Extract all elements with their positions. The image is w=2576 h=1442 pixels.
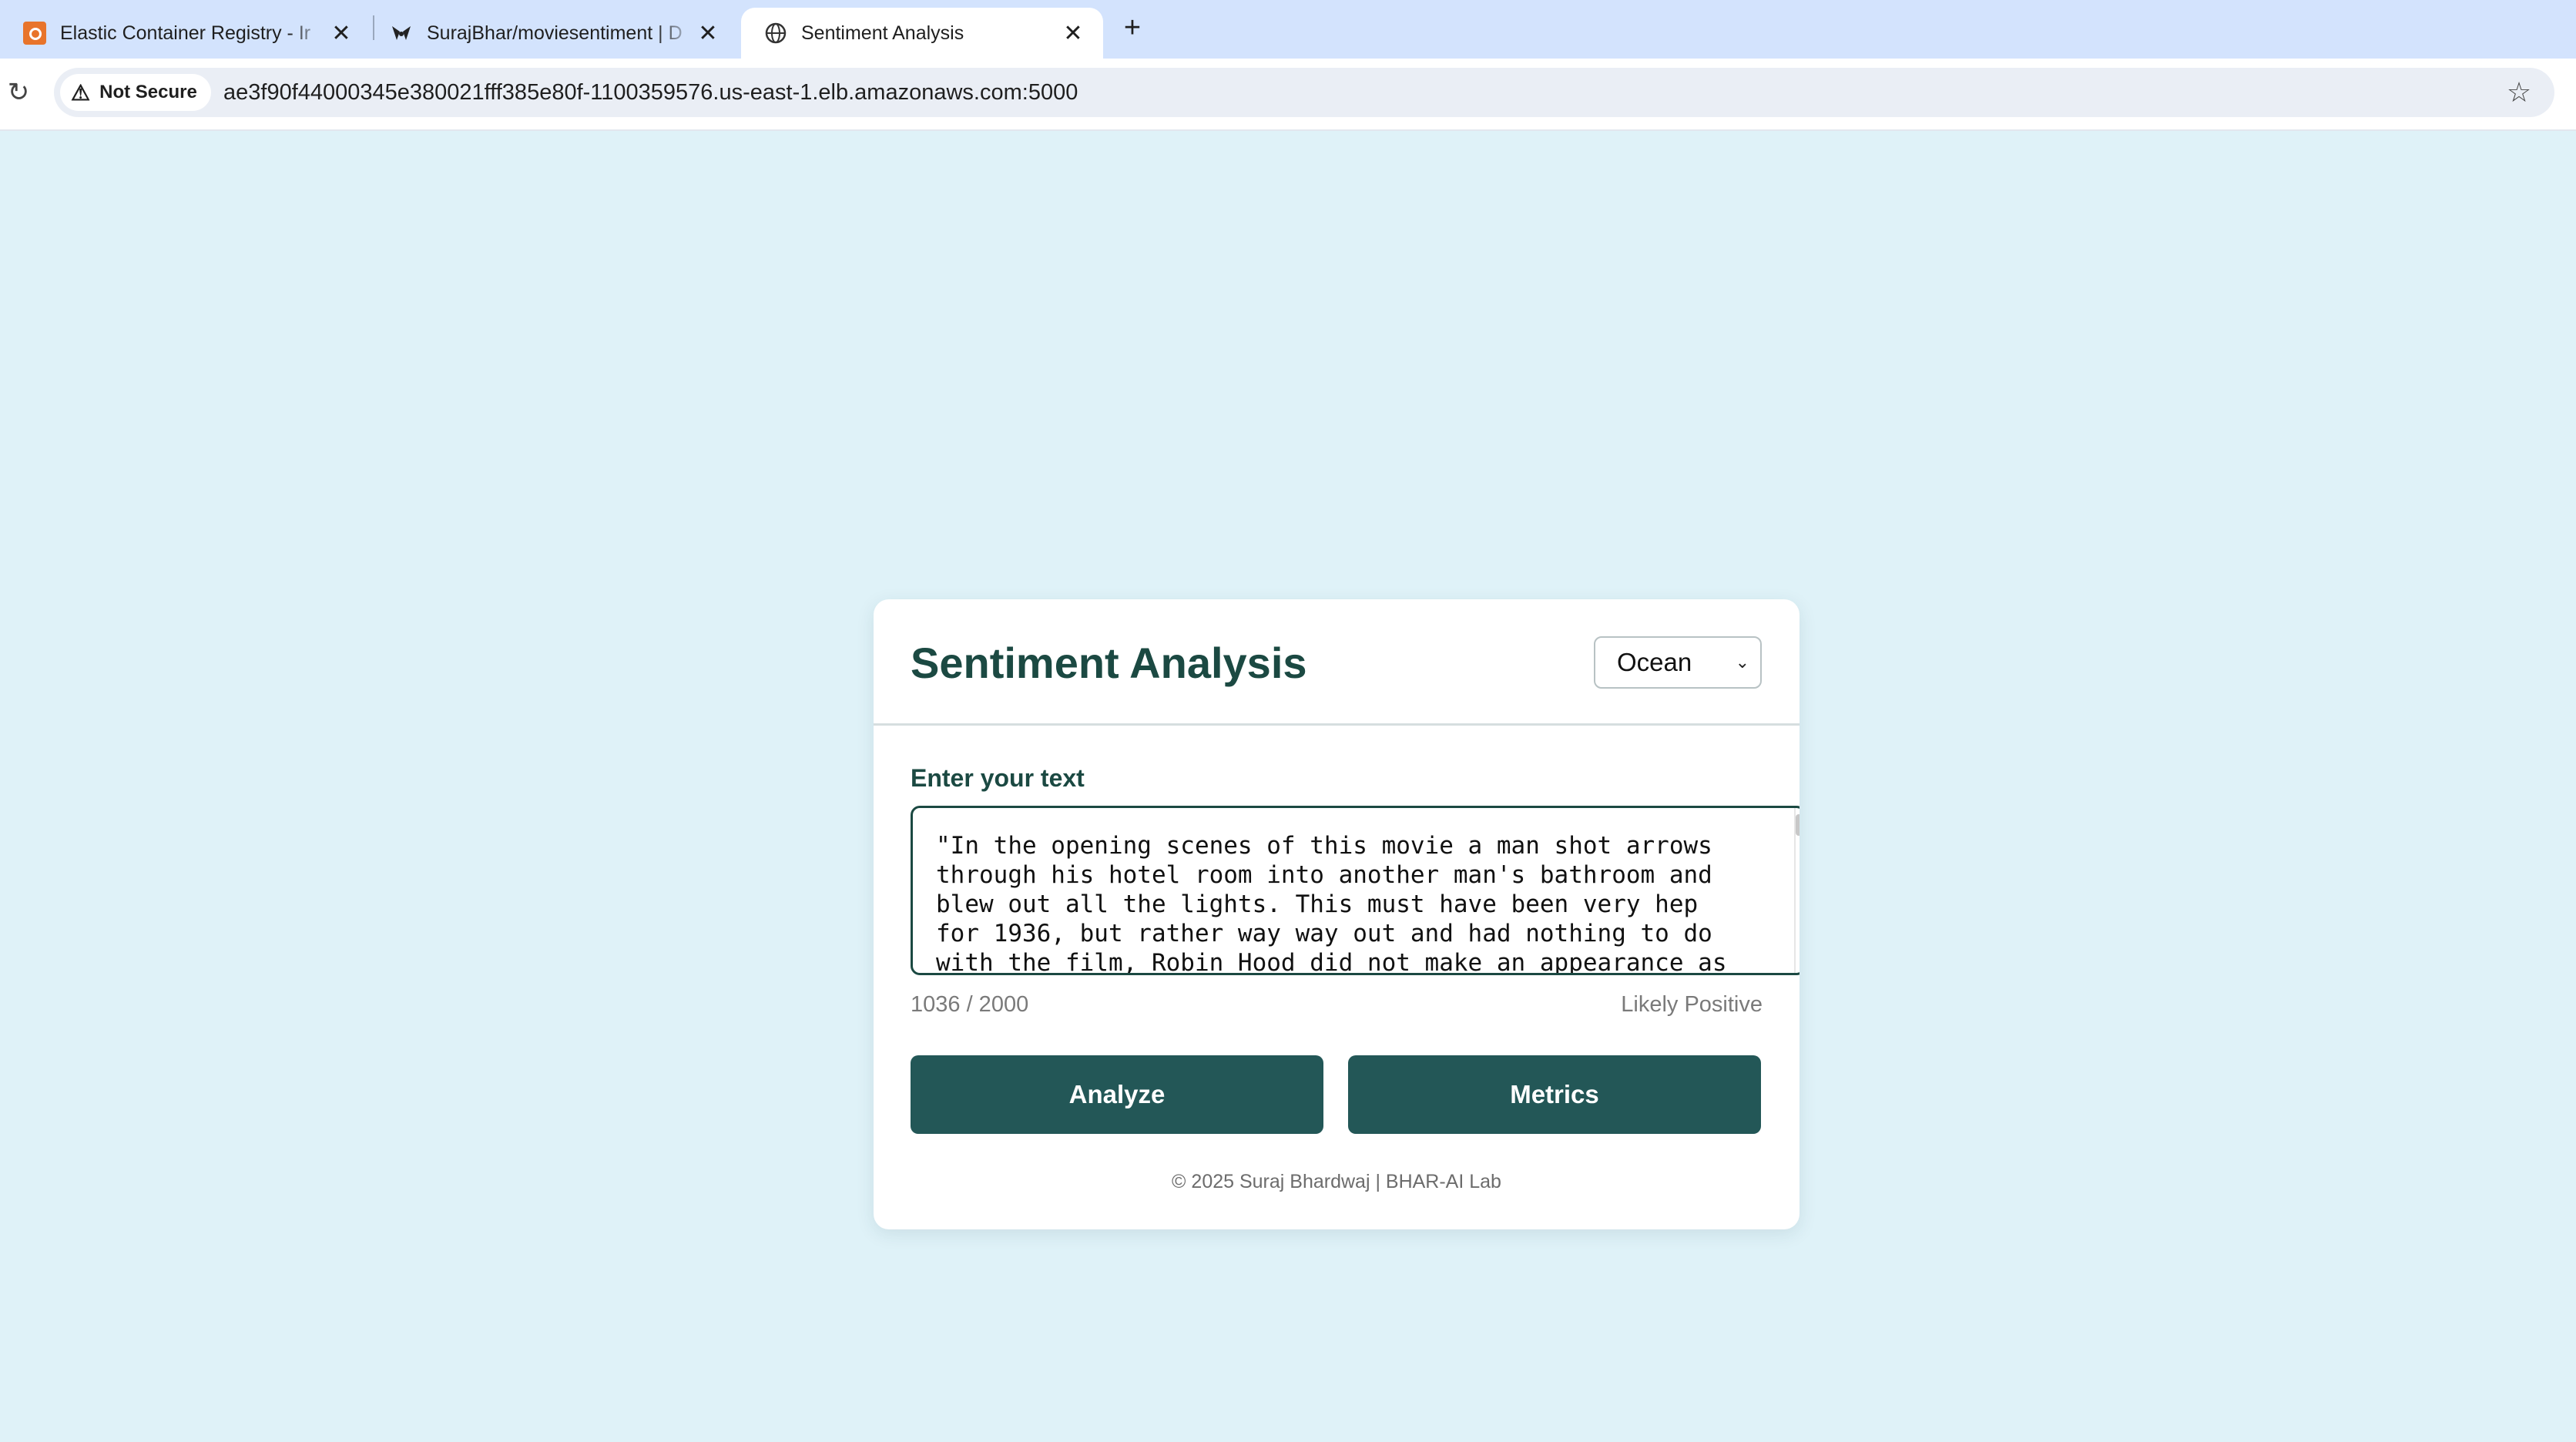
close-icon[interactable]: ✕ [1060,20,1086,47]
input-label: Enter your text [911,764,1085,792]
url-text[interactable]: ae3f90f44000345e380021fff385e80f-1100359… [223,68,1078,117]
security-label: Not Secure [99,82,197,102]
text-input[interactable]: "In the opening scenes of this movie a m… [911,806,1800,975]
text-input-value: "In the opening scenes of this movie a m… [936,832,1727,975]
live-prediction: Likely Positive [1621,992,1763,1017]
tab-title: SurajBhar/moviesentiment | D [427,22,683,44]
new-tab-icon[interactable]: + [1115,11,1149,45]
close-icon[interactable]: ✕ [695,20,721,47]
scrollbar[interactable] [1794,808,1800,973]
warning-icon: ⚠ [71,80,91,105]
card-header: Sentiment Analysis Ocean ⌄ [874,599,1800,726]
bookmark-star-icon[interactable]: ☆ [2502,75,2536,109]
sentiment-card: Sentiment Analysis Ocean ⌄ Enter your te… [874,599,1800,1229]
tab-dagshub[interactable]: SurajBhar/moviesentiment | D ✕ [367,8,738,59]
char-count: 1036 / 2000 [911,992,1029,1017]
tab-title: Elastic Container Registry - Ir [60,22,311,44]
security-chip[interactable]: ⚠ Not Secure [60,74,211,111]
tab-ecr[interactable]: Elastic Container Registry - Ir ✕ [0,8,371,59]
tab-sentiment-analysis[interactable]: Sentiment Analysis ✕ [741,8,1103,59]
theme-select[interactable]: Ocean ⌄ [1594,636,1762,689]
scrollbar-thumb[interactable] [1796,814,1800,836]
address-bar[interactable]: ⚠ Not Secure ae3f90f44000345e380021fff38… [54,68,2554,117]
footer-text: © 2025 Suraj Bhardwaj | BHAR-AI Lab [1172,1171,1501,1192]
browser-toolbar: ↻ ⚠ Not Secure ae3f90f44000345e380021fff… [0,59,2576,131]
close-icon[interactable]: ✕ [328,20,354,47]
browser-tab-bar: Elastic Container Registry - Ir ✕ SurajB… [0,0,2576,59]
metrics-button[interactable]: Metrics [1348,1055,1761,1134]
tab-title: Sentiment Analysis [801,22,964,44]
reload-icon[interactable]: ↻ [3,77,34,108]
theme-select-value: Ocean [1617,648,1692,676]
page-title: Sentiment Analysis [911,639,1307,687]
analyze-button[interactable]: Analyze [911,1055,1323,1134]
chevron-down-icon: ⌄ [1735,652,1749,672]
aws-ecr-icon [23,22,46,45]
dagshub-icon [390,22,413,45]
globe-icon [764,22,787,45]
